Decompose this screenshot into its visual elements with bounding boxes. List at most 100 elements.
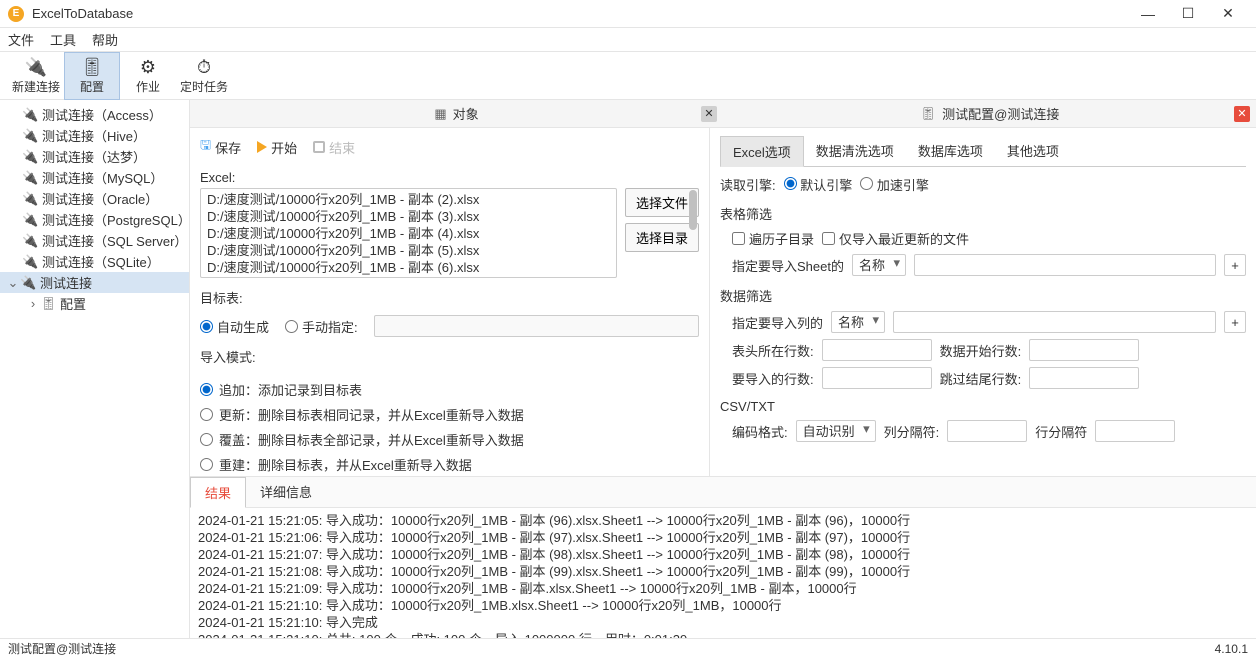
- plug-icon: 🔌: [22, 129, 36, 143]
- col-sep-label: 列分隔符:: [884, 422, 940, 441]
- sheet-filter-label: 表格筛选: [720, 204, 1246, 223]
- sidebar-item-dameng[interactable]: 🔌测试连接（达梦）: [0, 146, 189, 167]
- option-tabs: Excel选项 数据清洗选项 数据库选项 其他选项: [720, 136, 1246, 167]
- titlebar: E ExcelToDatabase — ☐ ✕: [0, 0, 1256, 28]
- data-start-label: 数据开始行数:: [940, 341, 1022, 360]
- file-row[interactable]: D:/速度测试/10000行x20列_1MB - 副本 (3).xlsx: [207, 208, 610, 225]
- file-row[interactable]: D:/速度测试/10000行x20列_1MB - 副本 (6).xlsx: [207, 259, 610, 276]
- tab-result[interactable]: 结果: [190, 477, 246, 508]
- subdir-checkbox[interactable]: 遍历子目录: [732, 229, 814, 248]
- close-icon[interactable]: ✕: [701, 106, 717, 122]
- plug-icon: 🔌: [22, 192, 36, 206]
- col-spec-select[interactable]: 名称: [831, 311, 885, 333]
- file-row[interactable]: D:/速度测试/10000行x20列_1MB - 副本 (5).xlsx: [207, 242, 610, 259]
- sidebar-item-oracle[interactable]: 🔌测试连接（Oracle）: [0, 188, 189, 209]
- menu-file[interactable]: 文件: [8, 30, 34, 49]
- file-list[interactable]: D:/速度测试/10000行x20列_1MB - 副本 (2).xlsx D:/…: [200, 188, 617, 278]
- save-button[interactable]: 🖫保存: [200, 136, 241, 158]
- col-sep-input[interactable]: [947, 420, 1027, 442]
- plug-icon: 🔌: [22, 150, 36, 164]
- end-button[interactable]: 结束: [313, 138, 355, 157]
- result-tabs: 结果 详细信息: [190, 477, 1256, 508]
- tab-detail[interactable]: 详细信息: [246, 477, 326, 507]
- file-row[interactable]: D:/速度测试/10000行x20列_1MB - 副本 (4).xlsx: [207, 225, 610, 242]
- plug-icon: 🔌: [22, 171, 36, 185]
- plug-icon: 🔌: [22, 108, 36, 122]
- row-sep-input[interactable]: [1095, 420, 1175, 442]
- stop-icon: [313, 141, 325, 153]
- sidebar-item-access[interactable]: 🔌测试连接（Access）: [0, 104, 189, 125]
- tab-object[interactable]: ▦对象✕: [190, 100, 723, 127]
- engine-label: 读取引擎:: [720, 175, 776, 194]
- add-sheet-button[interactable]: +: [1224, 254, 1246, 276]
- engine-fast-radio[interactable]: 加速引擎: [860, 175, 929, 194]
- sidebar-item-hive[interactable]: 🔌测试连接（Hive）: [0, 125, 189, 146]
- sidebar-item-sqlite[interactable]: 🔌测试连接（SQLite）: [0, 251, 189, 272]
- grid-icon: ▦: [434, 106, 446, 122]
- sidebar-item-config-node[interactable]: ›🎚配置: [20, 293, 189, 314]
- close-button[interactable]: ✕: [1208, 2, 1248, 26]
- sidebar-item-test-connection[interactable]: ⌄🔌测试连接: [0, 272, 189, 293]
- encoding-select[interactable]: 自动识别: [796, 420, 876, 442]
- log-row: 2024-01-21 15:21:10: 导入完成: [198, 614, 1248, 631]
- status-left: 测试配置@测试连接: [8, 640, 116, 657]
- tab-other-options[interactable]: 其他选项: [995, 136, 1071, 166]
- tab-excel-options[interactable]: Excel选项: [720, 136, 804, 167]
- target-manual-select[interactable]: [374, 315, 699, 337]
- start-button[interactable]: 开始: [257, 138, 297, 157]
- mode-rebuild-radio[interactable]: 重建：删除目标表，并从Excel重新导入数据: [200, 455, 699, 474]
- onlynew-checkbox[interactable]: 仅导入最近更新的文件: [822, 229, 969, 248]
- log-output[interactable]: 2024-01-21 15:21:05: 导入成功：10000行x20列_1MB…: [190, 508, 1256, 638]
- excel-label: Excel:: [200, 170, 699, 185]
- sliders-icon: 🎚: [40, 297, 54, 311]
- maximize-button[interactable]: ☐: [1168, 2, 1208, 26]
- tab-clean-options[interactable]: 数据清洗选项: [804, 136, 906, 166]
- sidebar-item-postgresql[interactable]: 🔌测试连接（PostgreSQL）: [0, 209, 189, 230]
- target-manual-radio[interactable]: 手动指定:: [285, 317, 358, 336]
- import-rows-input[interactable]: [822, 367, 932, 389]
- close-icon[interactable]: ✕: [1234, 106, 1250, 122]
- stopwatch-icon: ⏱: [197, 56, 211, 78]
- choose-file-button[interactable]: 选择文件: [625, 188, 699, 217]
- menubar: 文件 工具 帮助: [0, 28, 1256, 52]
- target-auto-radio[interactable]: 自动生成: [200, 317, 269, 336]
- plug-icon: 🔌: [22, 234, 36, 248]
- menu-tools[interactable]: 工具: [50, 30, 76, 49]
- col-spec-input[interactable]: [893, 311, 1216, 333]
- row-sep-label: 行分隔符: [1035, 422, 1087, 441]
- sliders-icon: 🎚: [920, 106, 937, 122]
- app-logo: E: [8, 6, 24, 22]
- skip-tail-label: 跳过结尾行数:: [940, 369, 1022, 388]
- minimize-button[interactable]: —: [1128, 2, 1168, 26]
- sheet-spec-input[interactable]: [914, 254, 1216, 276]
- file-row[interactable]: D:/速度测试/10000行x20列_1MB - 副本 (2).xlsx: [207, 191, 610, 208]
- toolbar-job[interactable]: ⚙作业: [120, 52, 176, 100]
- mode-overwrite-radio[interactable]: 覆盖：删除目标表全部记录，并从Excel重新导入数据: [200, 430, 699, 449]
- mode-update-radio[interactable]: 更新：删除目标表相同记录，并从Excel重新导入数据: [200, 405, 699, 424]
- header-row-label: 表头所在行数:: [732, 341, 814, 360]
- menu-help[interactable]: 帮助: [92, 30, 118, 49]
- save-icon: 🖫: [200, 136, 211, 158]
- chevron-down-icon: ⌄: [6, 275, 20, 291]
- tab-db-options[interactable]: 数据库选项: [906, 136, 995, 166]
- log-row: 2024-01-21 15:21:08: 导入成功：10000行x20列_1MB…: [198, 563, 1248, 580]
- choose-dir-button[interactable]: 选择目录: [625, 223, 699, 252]
- log-row: 2024-01-21 15:21:10: 总共: 100 个，成功: 100 个…: [198, 631, 1248, 638]
- data-start-input[interactable]: [1029, 339, 1139, 361]
- mode-append-radio[interactable]: 追加：添加记录到目标表: [200, 380, 699, 399]
- sidebar-item-mysql[interactable]: 🔌测试连接（MySQL）: [0, 167, 189, 188]
- sheet-spec-select[interactable]: 名称: [852, 254, 906, 276]
- log-row: 2024-01-21 15:21:09: 导入成功：10000行x20列_1MB…: [198, 580, 1248, 597]
- version-label: 4.10.1: [1215, 642, 1248, 656]
- sidebar-item-sqlserver[interactable]: 🔌测试连接（SQL Server）: [0, 230, 189, 251]
- plug-icon: 🔌: [22, 255, 36, 269]
- add-col-button[interactable]: +: [1224, 311, 1246, 333]
- toolbar-timer[interactable]: ⏱定时任务: [176, 52, 232, 100]
- header-row-input[interactable]: [822, 339, 932, 361]
- tab-test-config[interactable]: 🎚测试配置@测试连接✕: [723, 100, 1256, 127]
- toolbar-new-connection[interactable]: 🔌新建连接: [8, 52, 64, 100]
- encoding-label: 编码格式:: [732, 422, 788, 441]
- skip-tail-input[interactable]: [1029, 367, 1139, 389]
- toolbar-config[interactable]: 🎚配置: [64, 52, 120, 100]
- engine-default-radio[interactable]: 默认引擎: [784, 175, 853, 194]
